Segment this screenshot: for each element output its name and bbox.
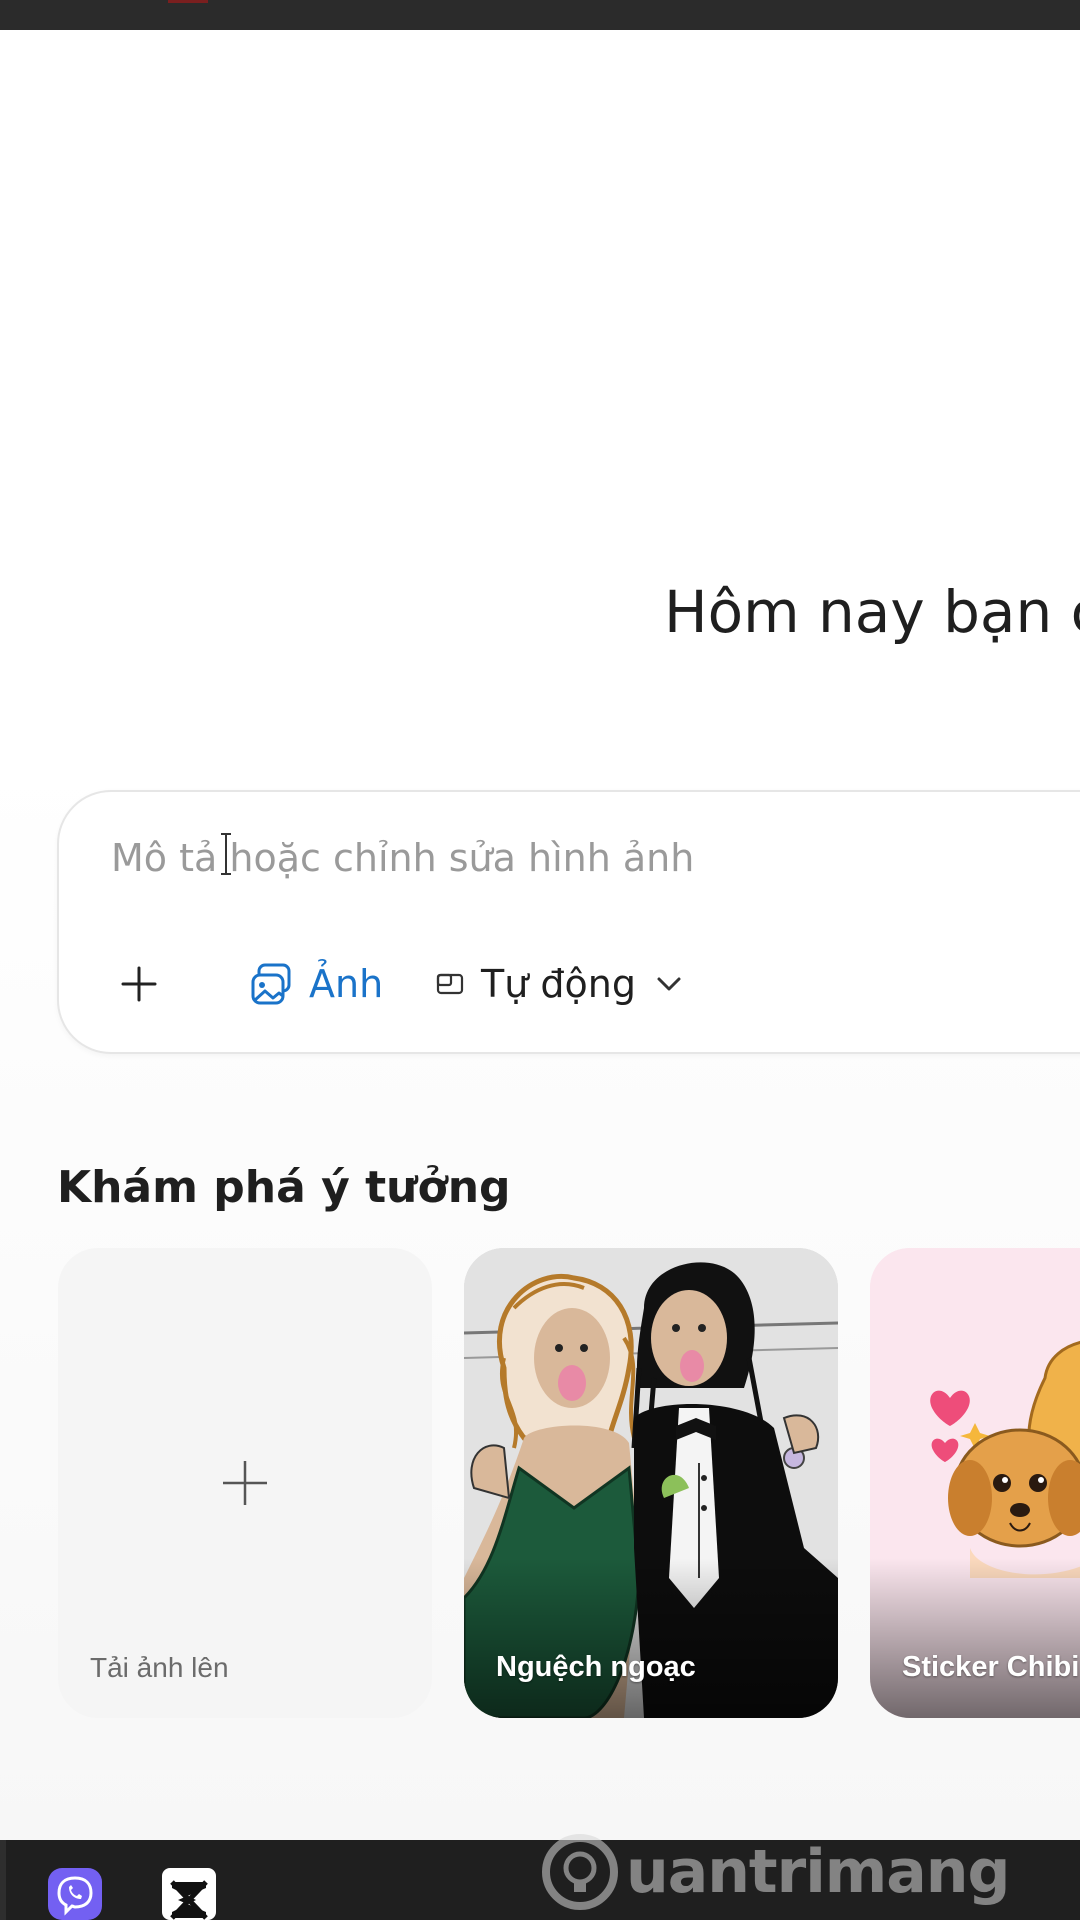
upload-image-card[interactable]: Tải ảnh lên [58,1248,432,1718]
composer-toolbar: Ảnh Tự động [109,952,809,1016]
prompt-input[interactable] [111,830,1011,886]
image-icon [251,963,291,1005]
viber-app-button[interactable] [46,1866,104,1920]
capcut-icon [162,1868,216,1920]
window-title-bar [0,0,1080,30]
aspect-ratio-label: Tự động [481,962,636,1006]
plus-icon [121,966,157,1002]
lightbulb-logo-icon [542,1834,618,1910]
doodle-style-label: Nguệch ngoạc [496,1651,696,1683]
watermark-text: uantrimang [626,1837,1010,1907]
taskbar-separator [0,1840,6,1920]
photo-mode-button[interactable]: Ảnh [249,952,383,1016]
aspect-ratio-icon [436,973,464,995]
add-attachment-button[interactable] [109,952,169,1016]
aspect-ratio-dropdown[interactable]: Tự động [435,952,684,1016]
chibi-sticker-card[interactable]: Sticker Chibi [870,1248,1080,1718]
upload-image-label: Tải ảnh lên [90,1652,229,1683]
plus-icon [223,1461,267,1505]
prompt-composer: Ảnh Tự động [57,790,1080,1054]
card-shade [870,1558,1080,1718]
title-bar-accent [168,0,208,3]
watermark: uantrimang [540,1832,1010,1912]
greeting-heading: Hôm nay bạn c [664,578,1080,646]
doodle-style-card[interactable]: Nguệch ngoạc [464,1248,838,1718]
chevron-down-icon [657,977,681,991]
card-shade [464,1558,838,1718]
photo-mode-label: Ảnh [309,962,384,1006]
text-cursor-icon [221,833,231,875]
capcut-app-button[interactable] [160,1866,218,1920]
chibi-sticker-label: Sticker Chibi [902,1651,1080,1683]
main-page: Hôm nay bạn c Ảnh [0,30,1080,1840]
explore-ideas-title: Khám phá ý tưởng [57,1162,511,1213]
viber-icon [48,1868,102,1920]
